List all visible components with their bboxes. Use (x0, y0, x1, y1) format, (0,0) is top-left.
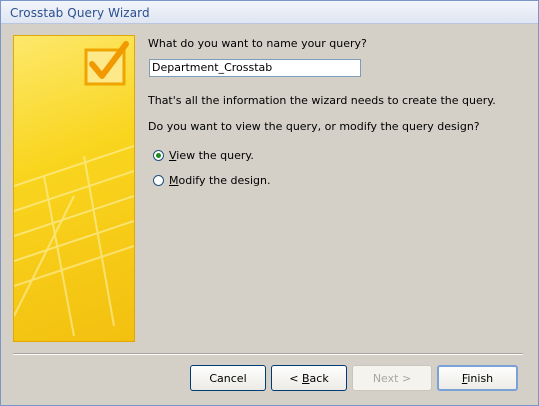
wizard-window: Crosstab Query Wizard What do you want t… (0, 0, 539, 406)
next-button[interactable]: Next > (352, 365, 432, 391)
query-name-input[interactable] (149, 59, 361, 77)
button-divider (13, 353, 523, 355)
window-title: Crosstab Query Wizard (10, 6, 150, 20)
wizard-side-panel (13, 35, 135, 342)
view-query-label: View the query. (169, 149, 254, 162)
cancel-button[interactable]: Cancel (190, 365, 266, 391)
checkmark-graphic-icon (14, 41, 134, 337)
view-query-radio[interactable] (153, 150, 164, 161)
modify-design-option[interactable]: Modify the design. (153, 174, 271, 187)
query-name-prompt: What do you want to name your query? (148, 37, 367, 50)
modify-design-radio[interactable] (153, 175, 164, 186)
modify-design-label: Modify the design. (169, 174, 271, 187)
title-bar[interactable]: Crosstab Query Wizard (1, 1, 538, 24)
info-text: That's all the information the wizard ne… (148, 94, 496, 107)
question-text: Do you want to view the query, or modify… (148, 120, 480, 133)
finish-button[interactable]: Finish (437, 365, 518, 391)
back-button[interactable]: < Back (271, 365, 347, 391)
view-query-option[interactable]: View the query. (153, 149, 254, 162)
